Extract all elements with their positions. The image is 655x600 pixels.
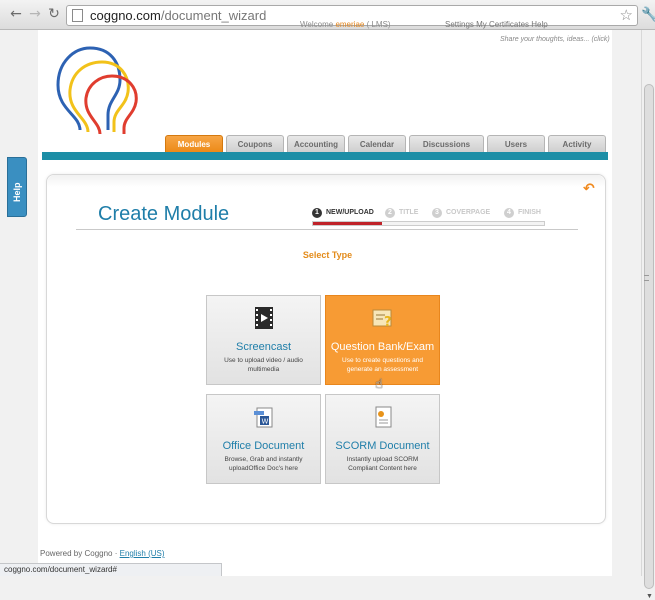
help-tab-label: Help bbox=[12, 182, 22, 202]
scrollbar-grip bbox=[644, 275, 649, 281]
tab-accounting[interactable]: Accounting bbox=[287, 135, 345, 152]
forward-arrow-icon[interactable]: → bbox=[27, 6, 43, 22]
tab-activity[interactable]: Activity bbox=[548, 135, 606, 152]
bookmark-star-icon[interactable]: ☆ bbox=[620, 6, 633, 24]
tab-coupons[interactable]: Coupons bbox=[226, 135, 284, 152]
help-side-tab[interactable]: Help bbox=[7, 157, 27, 217]
select-type-heading: Select Type bbox=[302, 250, 353, 260]
step-new-upload: 1 NEW/UPLOAD bbox=[312, 208, 374, 218]
progress-fill bbox=[313, 222, 383, 225]
tab-users[interactable]: Users bbox=[487, 135, 545, 152]
card-office-document[interactable]: W Office Document Browse, Grab and insta… bbox=[206, 394, 321, 484]
tab-calendar[interactable]: Calendar bbox=[348, 135, 406, 152]
status-bar: coggno.com/document_wizard# bbox=[0, 563, 222, 576]
back-arrow-icon[interactable]: ← bbox=[8, 6, 24, 22]
card-scorm-document[interactable]: SCORM Document Instantly upload SCORM Co… bbox=[325, 394, 440, 484]
svg-text:W: W bbox=[262, 418, 269, 426]
panel-header-bar bbox=[47, 175, 605, 187]
scrollbar-thumb[interactable] bbox=[644, 84, 654, 589]
tab-modules[interactable]: Modules bbox=[165, 135, 223, 152]
title-divider bbox=[76, 229, 578, 230]
question-bank-icon: ? bbox=[372, 309, 392, 330]
svg-text:?: ? bbox=[384, 315, 392, 330]
card-question-bank[interactable]: ? Question Bank/Exam Use to create quest… bbox=[325, 295, 440, 385]
feedback-link[interactable]: Share your thoughts, ideas... (click) bbox=[500, 36, 610, 43]
card-screencast[interactable]: Screencast Use to upload video / audio m… bbox=[206, 295, 321, 385]
scroll-down-arrow-icon[interactable]: ▼ bbox=[646, 593, 653, 600]
office-document-icon: W bbox=[254, 407, 273, 428]
card-title: Office Document bbox=[222, 440, 305, 452]
page-icon bbox=[72, 9, 83, 22]
reload-icon[interactable]: ↻ bbox=[46, 6, 62, 22]
page-title: Create Module bbox=[98, 203, 230, 225]
tab-discussions[interactable]: Discussions bbox=[409, 135, 484, 152]
card-description: Use to upload video / audio multimedia bbox=[224, 357, 303, 373]
page-footer: Powered by Coggno · English (US) bbox=[40, 549, 165, 558]
url-text: coggno.com/document_wizard bbox=[90, 8, 267, 23]
top-menu[interactable]: Settings My Certificates Help bbox=[445, 20, 548, 29]
step-coverpage: 3 COVERPAGE bbox=[432, 208, 490, 218]
hand-cursor-icon: ☝ bbox=[375, 376, 383, 391]
user-name-link[interactable]: emeriae bbox=[335, 20, 364, 29]
film-play-icon bbox=[255, 307, 273, 329]
card-description: Instantly upload SCORM Compliant Content… bbox=[346, 456, 419, 472]
welcome-text: Welcome emeriae ( LMS) bbox=[300, 20, 391, 29]
undo-back-icon[interactable]: ↶ bbox=[583, 180, 595, 197]
vertical-scrollbar[interactable]: ▼ bbox=[641, 30, 655, 600]
wrench-menu-icon[interactable]: 🔧 bbox=[641, 6, 655, 23]
card-title: Question Bank/Exam bbox=[330, 341, 435, 353]
scorm-document-icon bbox=[375, 406, 392, 428]
card-description: Browse, Grab and instantly uploadOffice … bbox=[224, 456, 303, 472]
coggno-logo bbox=[56, 46, 138, 135]
language-link[interactable]: English (US) bbox=[120, 549, 165, 558]
card-description: Use to create questions and generate an … bbox=[342, 357, 423, 373]
wizard-progress-bar bbox=[312, 221, 545, 226]
nav-bar-stripe bbox=[42, 152, 608, 160]
card-title: Screencast bbox=[235, 341, 292, 353]
step-title: 2 TITLE bbox=[385, 208, 418, 218]
step-finish: 4 FINISH bbox=[504, 208, 541, 218]
card-title: SCORM Document bbox=[335, 440, 430, 452]
